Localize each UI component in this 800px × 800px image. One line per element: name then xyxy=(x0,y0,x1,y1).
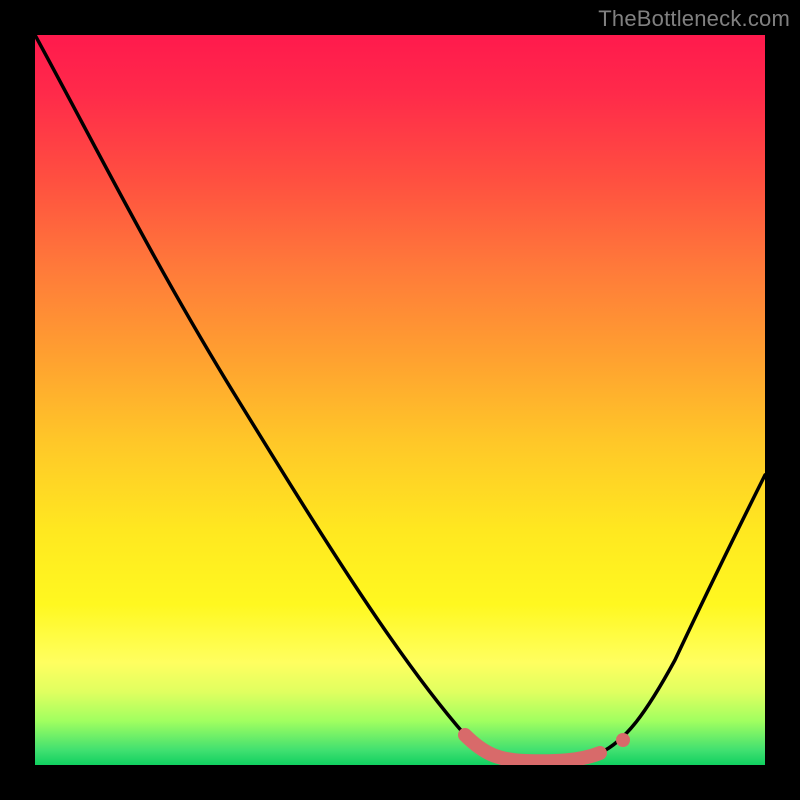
bottleneck-curve xyxy=(35,35,765,761)
optimal-range-highlight xyxy=(465,735,600,761)
bottleneck-chart xyxy=(35,35,765,765)
optimal-range-end-dot xyxy=(616,733,630,747)
plot-area xyxy=(35,35,765,765)
attribution-text: TheBottleneck.com xyxy=(598,6,790,32)
chart-frame: TheBottleneck.com xyxy=(0,0,800,800)
